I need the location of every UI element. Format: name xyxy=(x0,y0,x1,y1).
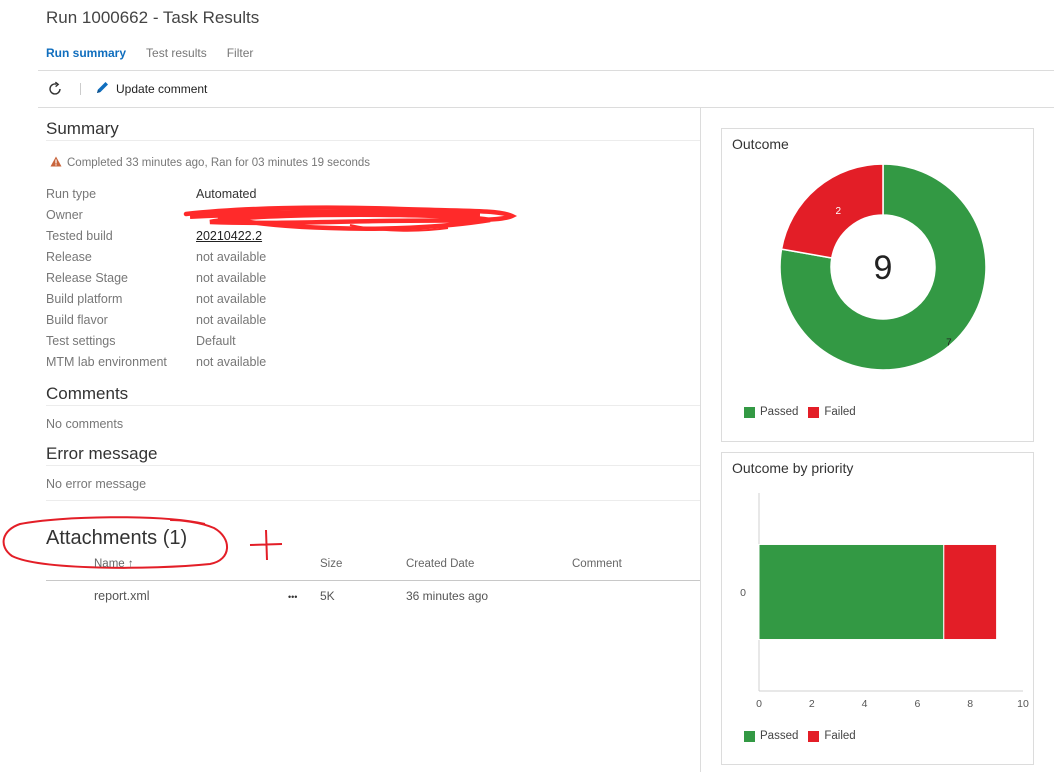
field-value-build-platform: not available xyxy=(196,292,267,306)
field-label-build-flavor: Build flavor xyxy=(46,313,108,327)
bar-failed-0[interactable] xyxy=(943,543,998,641)
priority-legend-passed-swatch xyxy=(744,730,755,742)
tab-bar: Run summary Test results Filter xyxy=(46,46,253,60)
summary-heading: Summary xyxy=(46,119,119,138)
toolbar-separator xyxy=(80,83,81,95)
toolbar-divider xyxy=(38,107,1054,108)
y-tick-label-0: 0 xyxy=(740,587,746,599)
field-label-release-stage: Release Stage xyxy=(46,271,129,285)
field-value-run-type: Automated xyxy=(196,187,257,201)
legend-failed: Failed xyxy=(808,406,856,418)
x-tick-label-8: 8 xyxy=(967,698,973,710)
priority-legend-failed: Failed xyxy=(808,730,856,742)
no-error-message-text: No error message xyxy=(46,477,147,491)
x-tick-label-6: 6 xyxy=(914,698,920,710)
summary-divider xyxy=(46,140,700,141)
column-header-name[interactable]: Name ↑ xyxy=(94,558,134,570)
attachment-created-date: 36 minutes ago xyxy=(406,589,489,603)
field-label-tested-build: Tested build xyxy=(46,229,113,243)
run-status: Completed 33 minutes ago, Ran for 03 min… xyxy=(50,156,370,170)
legend-passed: Passed xyxy=(744,406,798,418)
update-comment-button[interactable]: Update comment xyxy=(95,80,207,98)
page-title: Run 1000662 - Task Results xyxy=(46,8,260,27)
update-comment-label: Update comment xyxy=(116,82,208,96)
attachment-size: 5K xyxy=(320,589,335,603)
field-label-release: Release xyxy=(46,250,92,264)
donut-data-label-passed: 7 xyxy=(946,338,952,349)
outcome-donut-chart: 7 2 9 xyxy=(779,163,987,371)
more-options-icon[interactable]: ••• xyxy=(288,592,297,602)
column-header-size[interactable]: Size xyxy=(320,558,342,570)
priority-legend-passed-label: Passed xyxy=(760,730,799,742)
x-tick-label-10: 10 xyxy=(1017,698,1029,710)
donut-data-label-failed: 2 xyxy=(836,206,842,217)
outcome-total: 9 xyxy=(874,249,893,287)
priority-legend-passed: Passed xyxy=(744,730,798,742)
priority-bar-chart: 0 0 2 4 6 8 10 xyxy=(740,493,1029,710)
refresh-icon[interactable] xyxy=(46,80,64,98)
legend-passed-label: Passed xyxy=(760,406,799,418)
field-value-mtm-lab-environment: not available xyxy=(196,355,267,369)
field-label-test-settings: Test settings xyxy=(46,334,116,348)
donut-slice-failed[interactable] xyxy=(780,163,884,259)
toolbar: Update comment xyxy=(46,80,207,98)
field-label-owner: Owner xyxy=(46,208,83,222)
run-status-text: Completed 33 minutes ago, Ran for 03 min… xyxy=(67,157,371,169)
x-tick-label-2: 2 xyxy=(809,698,815,710)
field-value-test-settings: Default xyxy=(196,334,236,348)
error-bottom-divider xyxy=(46,500,700,501)
x-tick-label-4: 4 xyxy=(862,698,868,710)
tab-run-summary[interactable]: Run summary xyxy=(46,46,126,60)
attachments-circle-annotation xyxy=(0,512,290,574)
error-divider xyxy=(46,465,700,466)
tested-build-link[interactable]: 20210422.2 xyxy=(196,229,262,243)
tab-filter[interactable]: Filter xyxy=(227,46,254,60)
panel-divider xyxy=(700,108,701,772)
outcome-card: Outcome 72 9 Passed Failed xyxy=(721,128,1034,442)
field-label-mtm-lab-environment: MTM lab environment xyxy=(46,355,167,369)
attachment-name[interactable]: report.xml xyxy=(94,589,150,603)
error-message-heading: Error message xyxy=(46,444,158,463)
bar-passed-0[interactable] xyxy=(758,543,945,641)
outcome-by-priority-card: Outcome by priority 0 0 2 4 6 8 10 Passed Fail… xyxy=(721,452,1034,765)
priority-legend: Passed Failed xyxy=(744,730,856,742)
warning-icon xyxy=(50,156,62,170)
field-label-run-type: Run type xyxy=(46,187,97,201)
field-value-release: not available xyxy=(196,250,267,264)
column-header-created-date[interactable]: Created Date xyxy=(406,558,474,570)
field-value-build-flavor: not available xyxy=(196,313,267,327)
attachments-table-header-divider xyxy=(46,580,700,581)
comments-heading: Comments xyxy=(46,384,129,403)
priority-legend-failed-label: Failed xyxy=(824,730,856,742)
tabs-divider xyxy=(38,70,1054,71)
column-header-comment[interactable]: Comment xyxy=(572,558,622,570)
field-label-build-platform: Build platform xyxy=(46,292,123,306)
comments-divider xyxy=(46,405,700,406)
tab-test-results[interactable]: Test results xyxy=(146,46,207,60)
field-value-release-stage: not available xyxy=(196,271,267,285)
legend-passed-swatch xyxy=(744,406,755,418)
legend-failed-swatch xyxy=(808,406,820,418)
priority-legend-failed-swatch xyxy=(808,730,820,742)
x-tick-label-0: 0 xyxy=(756,698,762,710)
outcome-legend: Passed Failed xyxy=(744,406,856,418)
pencil-icon xyxy=(95,80,110,98)
legend-failed-label: Failed xyxy=(824,406,856,418)
no-comments-text: No comments xyxy=(46,417,124,431)
